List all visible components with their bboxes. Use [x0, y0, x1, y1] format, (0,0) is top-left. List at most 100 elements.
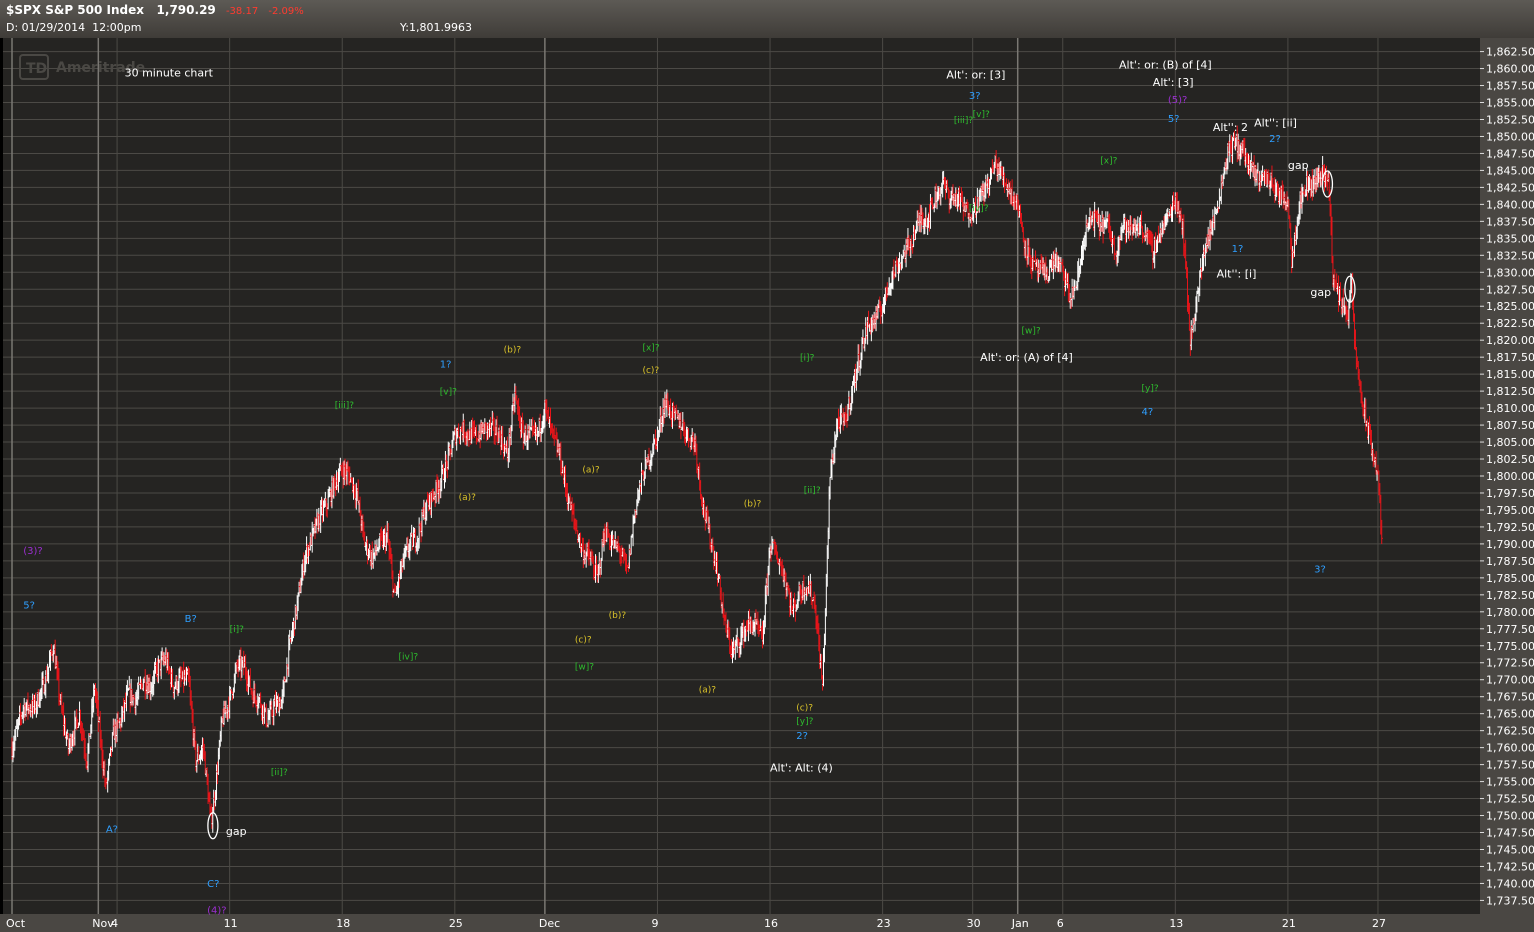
y-tick-label: 1,847.50: [1486, 147, 1534, 160]
y-tick-label: 1,807.50: [1486, 419, 1534, 432]
y-tick-label: 1,747.50: [1486, 827, 1534, 840]
wave-label: (b)?: [504, 345, 522, 355]
symbol-name: $SPX S&P 500 Index: [6, 3, 144, 17]
wave-label: 3?: [1314, 564, 1326, 575]
wave-label: (b)?: [609, 611, 627, 621]
y-tick-label: 1,740.00: [1486, 877, 1534, 890]
y-axis-ticks: 1,862.50 1,860.00 1,857.50 1,855.00 1,852.50…: [1480, 46, 1534, 907]
x-tick-label: 25: [449, 917, 463, 930]
y-tick-label: 1,840.00: [1486, 198, 1534, 211]
last-price: 1,790.29: [156, 3, 216, 17]
y-tick-label: 1,810.00: [1486, 402, 1534, 415]
y-tick-label: 1,750.00: [1486, 810, 1534, 823]
y-tick-label: 1,760.00: [1486, 742, 1534, 755]
x-tick-label: 18: [336, 917, 350, 930]
y-tick-label: 1,805.00: [1486, 436, 1534, 449]
y-cursor-readout: Y:1,801.9963: [400, 21, 472, 34]
x-tick-label: 9: [651, 917, 658, 930]
y-tick-label: 1,752.50: [1486, 793, 1534, 806]
y-tick-label: 1,857.50: [1486, 80, 1534, 93]
wave-label: Alt'': 2: [1213, 121, 1248, 134]
y-tick-label: 1,737.50: [1486, 894, 1534, 907]
y-tick-label: 1,755.00: [1486, 776, 1534, 789]
price-change: -38.17: [225, 6, 259, 17]
y-tick-label: 1,785.00: [1486, 572, 1534, 585]
wave-label: [v]?: [440, 388, 457, 398]
wave-label: (c)?: [575, 635, 592, 645]
wave-label: (a)?: [459, 493, 477, 503]
wave-label: [y]?: [796, 717, 813, 727]
x-tick-label: 16: [764, 917, 778, 930]
y-tick-label: 1,812.50: [1486, 385, 1534, 398]
price-change-percent: -2.09%: [268, 6, 304, 17]
price-chart[interactable]: TD Ameritrade (3)?5?A?B?C?(4)?gap[i]?[ii…: [0, 38, 1534, 932]
x-tick-label: 4: [111, 917, 118, 930]
wave-label: [w]?: [575, 663, 594, 673]
y-tick-label: 1,772.50: [1486, 657, 1534, 670]
wave-label: (c)?: [642, 366, 659, 376]
y-tick-label: 1,797.50: [1486, 487, 1534, 500]
y-tick-label: 1,767.50: [1486, 691, 1534, 704]
wave-label: [iv]?: [969, 204, 989, 214]
y-tick-label: 1,860.00: [1486, 63, 1534, 76]
y-tick-label: 1,852.50: [1486, 113, 1534, 126]
wave-label: (a)?: [582, 466, 600, 476]
y-tick-label: 1,770.00: [1486, 674, 1534, 687]
wave-label: [y]?: [1142, 384, 1159, 394]
wave-label: 5?: [23, 600, 35, 611]
y-tick-label: 1,820.00: [1486, 334, 1534, 347]
date-line: D: 01/29/2014 12:00pm: [6, 21, 141, 34]
y-tick-label: 1,780.00: [1486, 606, 1534, 619]
wave-label: [iii]?: [335, 401, 355, 411]
wave-label: 30 minute chart: [125, 67, 214, 80]
wave-label: [i]?: [230, 625, 245, 635]
y-tick-label: 1,827.50: [1486, 283, 1534, 296]
y-tick-label: 1,757.50: [1486, 759, 1534, 772]
x-axis-panel: [0, 914, 1480, 932]
wave-label: (4)?: [207, 905, 226, 916]
wave-label: gap: [1288, 159, 1309, 172]
y-tick-label: 1,825.00: [1486, 300, 1534, 313]
y-tick-label: 1,845.00: [1486, 164, 1534, 177]
x-tick-label: Jan: [1011, 917, 1029, 930]
wave-label: [w]?: [1021, 326, 1040, 336]
y-tick-label: 1,835.00: [1486, 232, 1534, 245]
wave-label: 2?: [796, 731, 808, 742]
y-tick-label: 1,762.50: [1486, 725, 1534, 738]
x-tick-label: Dec: [539, 917, 560, 930]
x-tick-label: 27: [1372, 917, 1386, 930]
wave-label: C?: [207, 879, 219, 890]
wave-label: Alt'': [ii]: [1254, 116, 1297, 129]
x-tick-label: Oct: [6, 917, 26, 930]
wave-label: [ii]?: [271, 768, 288, 778]
wave-label: Alt': or: [3]: [946, 69, 1005, 82]
y-tick-label: 1,775.00: [1486, 640, 1534, 653]
y-tick-label: 1,850.00: [1486, 130, 1534, 143]
y-tick-label: 1,745.00: [1486, 843, 1534, 856]
wave-label: 4?: [1142, 407, 1154, 418]
y-tick-label: 1,790.00: [1486, 538, 1534, 551]
x-tick-label: 23: [877, 917, 891, 930]
wave-label: [x]?: [642, 343, 659, 353]
wave-label: 5?: [1168, 114, 1180, 125]
x-tick-label: 30: [967, 917, 981, 930]
svg-text:TD: TD: [26, 61, 47, 77]
y-tick-label: 1,782.50: [1486, 589, 1534, 602]
wave-label: Alt': [3]: [1153, 76, 1194, 89]
y-tick-label: 1,795.00: [1486, 504, 1534, 517]
wave-label: (b)?: [744, 500, 762, 510]
wave-label: [i]?: [800, 354, 815, 364]
wave-label: (5)?: [1168, 95, 1187, 106]
y-tick-label: 1,855.00: [1486, 97, 1534, 110]
wave-label: [v]?: [973, 110, 990, 120]
wave-label: (3)?: [23, 546, 42, 557]
y-tick-label: 1,815.00: [1486, 368, 1534, 381]
x-tick-label: 13: [1169, 917, 1183, 930]
y-tick-label: 1,777.50: [1486, 623, 1534, 636]
y-tick-label: 1,802.50: [1486, 453, 1534, 466]
wave-label: 1?: [440, 359, 452, 370]
x-tick-label: 21: [1282, 917, 1296, 930]
y-tick-label: 1,830.00: [1486, 266, 1534, 279]
wave-label: 2?: [1269, 134, 1281, 145]
time-label: 12:00pm: [92, 21, 142, 34]
